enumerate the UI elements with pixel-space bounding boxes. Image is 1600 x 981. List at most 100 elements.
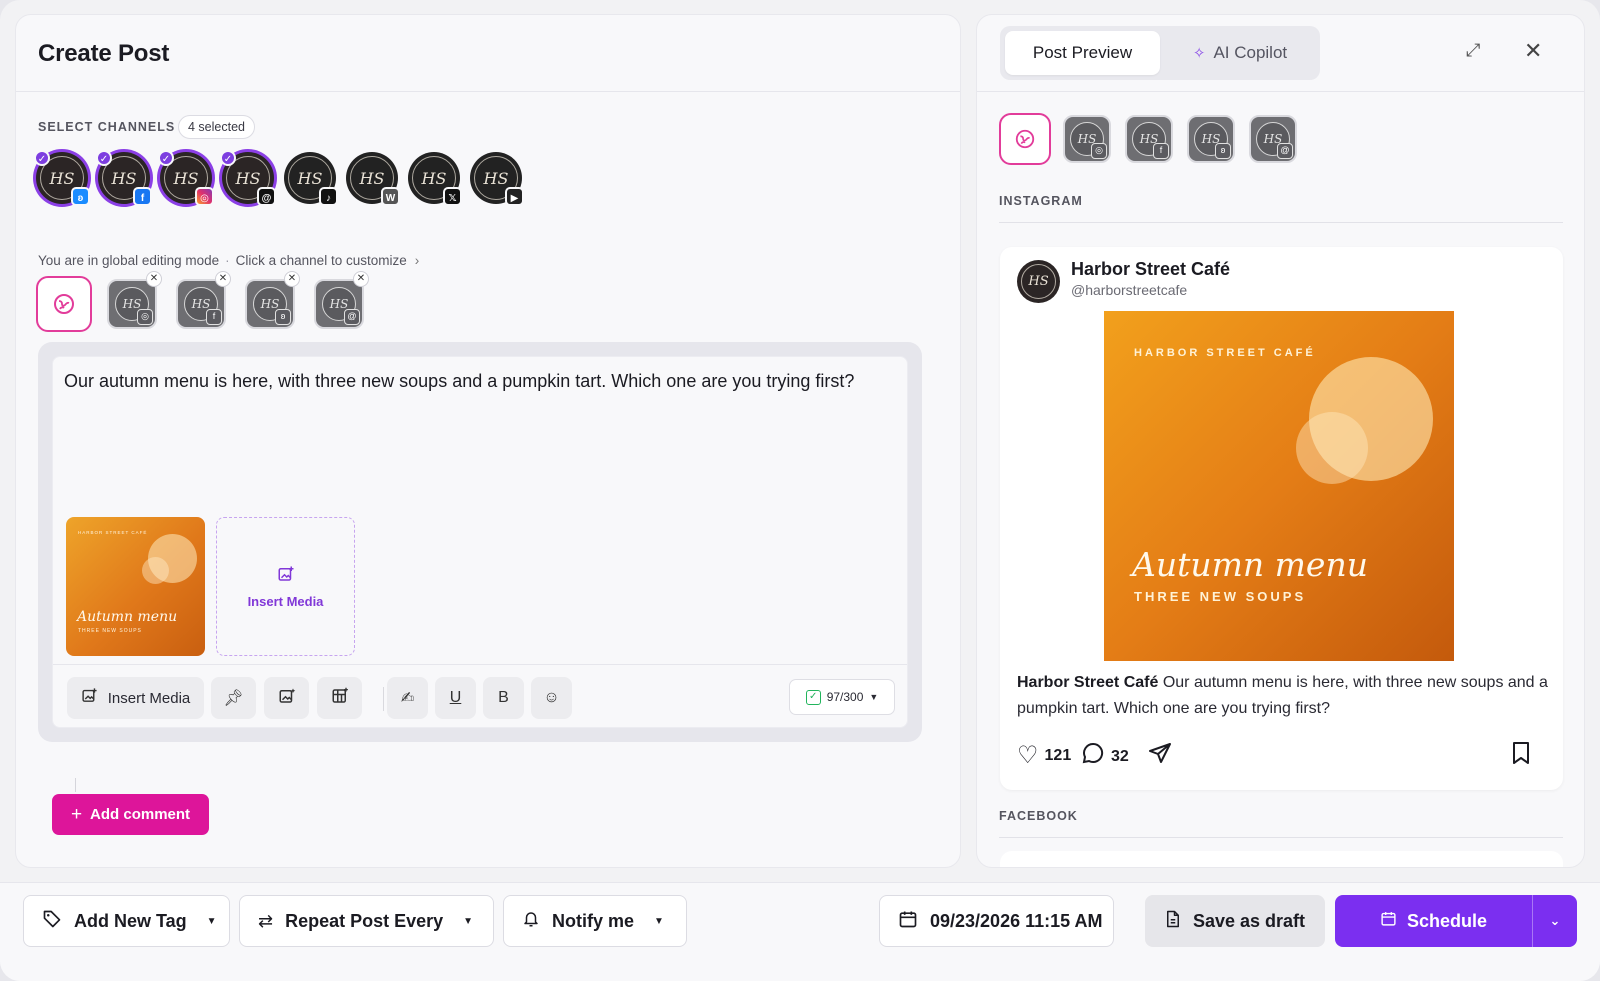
expand-icon[interactable]: ⤢: [1466, 40, 1480, 61]
threads-icon: @: [344, 309, 360, 325]
signature-button[interactable]: ✍︎: [387, 677, 428, 719]
insert-media-dropzone[interactable]: Insert Media: [216, 517, 355, 656]
customize-tile-threads[interactable]: HS ✕ @: [314, 271, 369, 329]
instagram-icon: ◎: [195, 187, 214, 206]
save-action[interactable]: [1511, 741, 1531, 772]
thumb-sub: THREE NEW SOUPS: [78, 628, 142, 634]
facebook-icon: f: [1153, 143, 1169, 159]
underline-button[interactable]: U: [435, 677, 476, 719]
notify-button[interactable]: Notify me ▼: [503, 895, 687, 947]
channel-x[interactable]: HS 𝕏: [406, 150, 462, 206]
comment-action[interactable]: 32: [1081, 741, 1129, 772]
channel-youtube[interactable]: HS ▶: [468, 150, 524, 206]
facebook-icon: f: [133, 187, 152, 206]
editor-toolbar: Insert Media 📌︎ ✍︎ U B ☺ ✓ 97/300 ▼: [53, 664, 907, 728]
facebook-preview-card: [1000, 851, 1563, 867]
add-tag-button[interactable]: Add New Tag ▼: [23, 895, 230, 947]
image-sub: THREE NEW SOUPS: [1134, 589, 1307, 604]
insert-media-dropzone-label: Insert Media: [247, 593, 324, 609]
insert-media-button[interactable]: Insert Media: [67, 677, 204, 719]
check-icon: ✓: [805, 689, 821, 705]
bluesky-icon: ʚ: [1215, 143, 1231, 159]
ai-image-button[interactable]: [264, 677, 309, 719]
add-tag-label: Add New Tag: [74, 910, 187, 931]
channel-facebook[interactable]: HS ✓ f: [96, 150, 152, 206]
schedule-options-button[interactable]: ⌄: [1533, 895, 1577, 947]
remove-icon[interactable]: ✕: [353, 271, 369, 287]
grid-button[interactable]: [317, 677, 362, 719]
tab-ai-copilot-label: AI Copilot: [1213, 43, 1288, 62]
channel-tiktok[interactable]: HS ♪: [282, 150, 338, 206]
global-preview-button[interactable]: [999, 113, 1051, 165]
bluesky-icon: ʚ: [71, 187, 90, 206]
channel-bluesky[interactable]: HS ✓ ʚ: [34, 150, 90, 206]
add-comment-button[interactable]: + Add comment: [52, 794, 209, 835]
character-counter[interactable]: ✓ 97/300 ▼: [789, 679, 895, 715]
facebook-icon: f: [206, 309, 222, 325]
caret-down-icon: ▼: [463, 915, 474, 927]
preview-tile-facebook[interactable]: HS f: [1125, 115, 1173, 163]
instagram-preview-card: HS Harbor Street Café @harborstreetcafe …: [1000, 247, 1563, 790]
caption-account-name: Harbor Street Café: [1017, 674, 1159, 691]
customize-tile-bluesky[interactable]: HS ✕ ʚ: [245, 271, 300, 329]
post-image: HARBOR STREET CAFÉ Autumn menu THREE NEW…: [1104, 311, 1454, 661]
channel-wordpress[interactable]: HS W: [344, 150, 400, 206]
wordpress-icon: W: [381, 187, 400, 206]
repeat-post-button[interactable]: ⇄ Repeat Post Every ▼: [239, 895, 494, 947]
instagram-icon: ◎: [1091, 143, 1107, 159]
post-text-input[interactable]: Our autumn menu is here, with three new …: [64, 371, 854, 392]
emoji-button[interactable]: ☺: [531, 677, 572, 719]
image-sparkle-icon: [278, 687, 296, 710]
account-handle: @harborstreetcafe: [1071, 282, 1188, 298]
send-icon: [1147, 741, 1173, 772]
remove-icon[interactable]: ✕: [215, 271, 231, 287]
global-edit-button[interactable]: [36, 276, 92, 332]
instagram-icon: ◎: [137, 309, 153, 325]
preview-tile-bluesky[interactable]: HS ʚ: [1187, 115, 1235, 163]
preview-tile-threads[interactable]: HS @: [1249, 115, 1297, 163]
check-icon: ✓: [34, 150, 50, 166]
signature-icon: ✍︎: [400, 690, 415, 707]
selected-count-badge: 4 selected: [178, 115, 255, 139]
like-action[interactable]: ♡ 121: [1017, 741, 1071, 770]
emoji-icon: ☺: [543, 689, 560, 706]
remove-icon[interactable]: ✕: [284, 271, 300, 287]
tab-post-preview[interactable]: Post Preview: [1005, 31, 1160, 75]
youtube-icon: ▶: [505, 187, 524, 206]
customize-tile-instagram[interactable]: HS ✕ ◎: [107, 271, 162, 329]
channel-threads[interactable]: HS ✓ @: [220, 150, 276, 206]
customize-tile-facebook[interactable]: HS ✕ f: [176, 271, 231, 329]
close-icon[interactable]: ✕: [1524, 38, 1542, 64]
schedule-datetime-picker[interactable]: 09/23/2026 11:15 AM: [879, 895, 1114, 947]
save-draft-button[interactable]: Save as draft: [1145, 895, 1325, 947]
channel-instagram[interactable]: HS ✓ ◎: [158, 150, 214, 206]
footer-actions: Add New Tag ▼ ⇄ Repeat Post Every ▼ Noti…: [0, 882, 1600, 981]
section-facebook-label: FACEBOOK: [999, 809, 1078, 823]
globe-icon: [54, 294, 74, 314]
bold-button[interactable]: B: [483, 677, 524, 719]
tab-ai-copilot[interactable]: ✧ AI Copilot: [1165, 31, 1315, 75]
caret-down-icon: ▼: [869, 692, 879, 702]
schedule-button[interactable]: Schedule: [1335, 895, 1532, 947]
post-editor[interactable]: Our autumn menu is here, with three new …: [52, 356, 908, 728]
media-thumbnail[interactable]: HARBOR STREET CAFÉ Autumn menu THREE NEW…: [66, 517, 205, 656]
thumb-headline: Autumn menu: [77, 609, 178, 625]
caret-down-icon: ▼: [206, 915, 217, 927]
image-headline: Autumn menu: [1132, 545, 1368, 584]
channel-customize-row: HS ✕ ◎ HS ✕ f HS ✕ ʚ HS ✕ @: [36, 271, 436, 336]
avatar: HS: [1017, 260, 1060, 303]
add-image-icon: [81, 687, 98, 709]
thumb-brand: HARBOR STREET CAFÉ: [78, 530, 148, 535]
check-icon: ✓: [96, 150, 112, 166]
share-action[interactable]: [1147, 741, 1173, 772]
check-icon: ✓: [220, 150, 236, 166]
customize-link[interactable]: Click a channel to customize: [236, 253, 407, 268]
pin-button[interactable]: 📌︎: [211, 677, 256, 719]
preview-tile-instagram[interactable]: HS ◎: [1063, 115, 1111, 163]
image-brand: HARBOR STREET CAFÉ: [1134, 347, 1316, 359]
page-title: Create Post: [38, 40, 170, 67]
caret-down-icon: ▼: [654, 915, 664, 927]
remove-icon[interactable]: ✕: [146, 271, 162, 287]
repeat-label: Repeat Post Every: [285, 910, 444, 931]
editing-mode-hint: You are in global editing mode · Click a c…: [38, 253, 420, 268]
